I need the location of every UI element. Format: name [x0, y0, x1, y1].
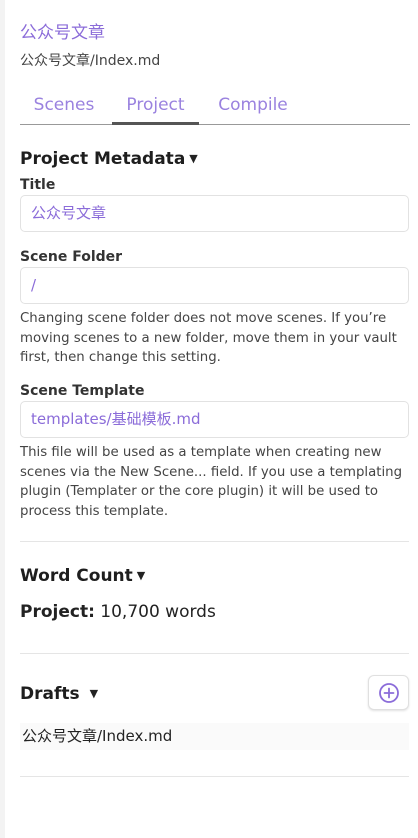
caret-down-icon[interactable]: ▼: [90, 683, 98, 705]
caret-down-icon[interactable]: ▼: [189, 148, 197, 170]
project-metadata-header[interactable]: Project Metadata ▼: [20, 148, 198, 170]
longform-panel: 公众号文章 公众号文章/Index.md Scenes Project Comp…: [0, 0, 418, 838]
scene-template-help: This file will be used as a template whe…: [20, 445, 403, 519]
tab-bar: Scenes Project Compile: [20, 86, 410, 125]
word-count-heading: Word Count: [20, 566, 133, 586]
project-path: 公众号文章/Index.md: [20, 53, 161, 69]
title-input[interactable]: 公众号文章: [20, 195, 409, 232]
project-metadata-heading: Project Metadata: [20, 149, 186, 169]
scene-folder-help: Changing scene folder does not move scen…: [20, 311, 397, 365]
tab-compile[interactable]: Compile: [203, 86, 303, 124]
project-title: 公众号文章: [20, 23, 105, 43]
scene-template-input[interactable]: templates/基础模板.md: [20, 401, 409, 438]
title-label: Title: [20, 177, 56, 193]
scene-folder-input[interactable]: /: [20, 267, 409, 304]
divider: [20, 541, 409, 542]
caret-down-icon[interactable]: ▼: [137, 565, 145, 587]
draft-item[interactable]: 公众号文章/Index.md: [20, 723, 409, 750]
drafts-heading: Drafts: [20, 684, 80, 704]
scene-template-label: Scene Template: [20, 383, 145, 399]
word-count-header[interactable]: Word Count ▼: [20, 565, 145, 587]
tab-project[interactable]: Project: [112, 86, 199, 125]
tab-scenes[interactable]: Scenes: [20, 86, 108, 124]
divider: [20, 653, 409, 654]
project-word-count: Project: 10,700 words: [20, 601, 216, 623]
project-word-count-label: Project:: [20, 602, 95, 622]
plus-circle-icon: [378, 682, 399, 703]
divider: [20, 776, 409, 777]
drafts-header[interactable]: Drafts ▼: [20, 683, 98, 705]
project-word-count-value: 10,700 words: [100, 602, 216, 622]
scene-folder-label: Scene Folder: [20, 249, 123, 265]
add-draft-button[interactable]: [368, 675, 409, 710]
